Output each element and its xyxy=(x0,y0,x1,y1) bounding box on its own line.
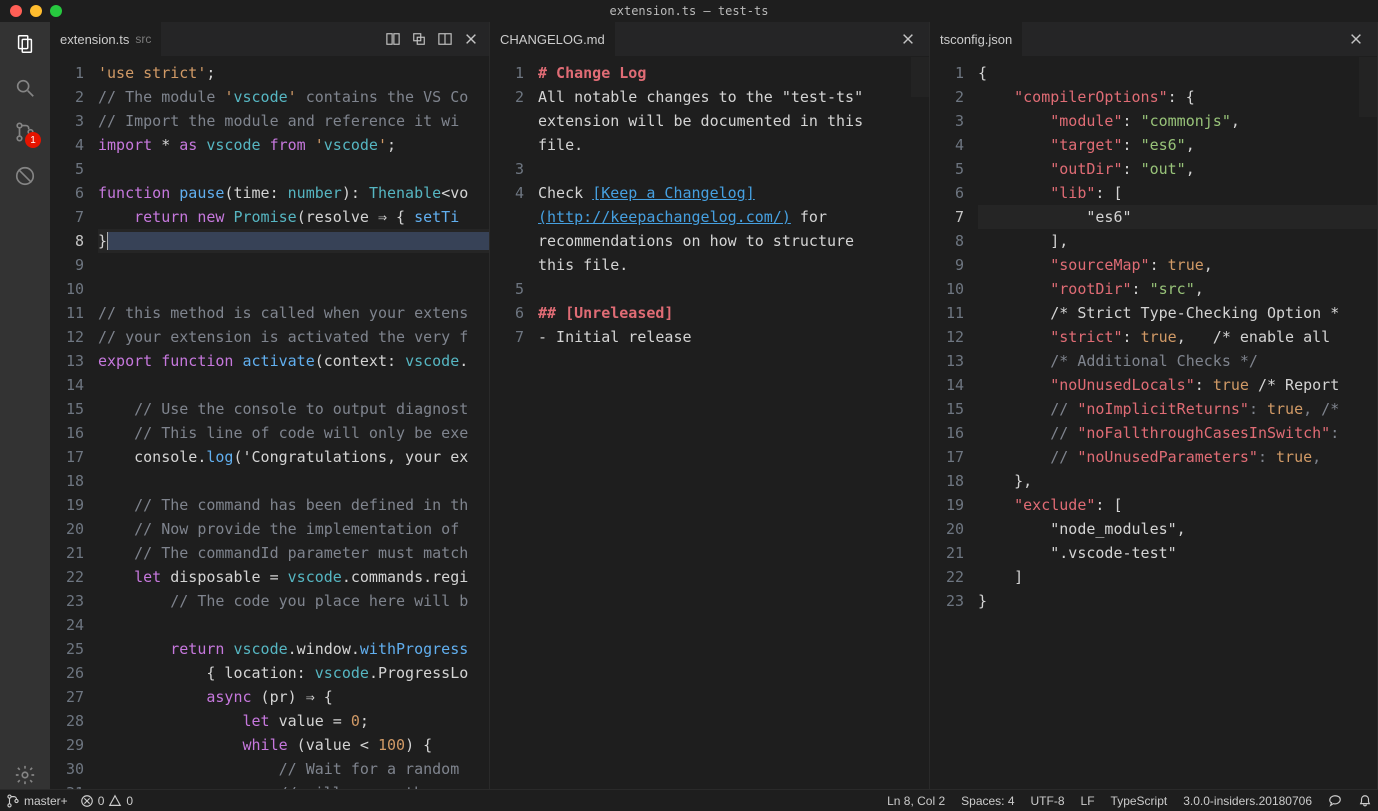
eol: LF xyxy=(1081,794,1095,808)
editor-pane-3: tsconfig.json 12345678910111213141516171… xyxy=(930,22,1378,789)
status-spaces[interactable]: Spaces: 4 xyxy=(961,794,1014,808)
activity-bar: 1 xyxy=(0,22,50,789)
version: 3.0.0-insiders.20180706 xyxy=(1183,794,1312,808)
tab-tsconfig-json[interactable]: tsconfig.json xyxy=(930,22,1023,56)
status-version[interactable]: 3.0.0-insiders.20180706 xyxy=(1183,794,1312,808)
workbench: 1 extension.ts src xyxy=(0,22,1378,789)
status-branch[interactable]: master+ xyxy=(6,794,68,808)
lang: TypeScript xyxy=(1111,794,1168,808)
tab-label: extension.ts xyxy=(60,32,129,47)
window-title: extension.ts — test-ts xyxy=(0,4,1378,18)
status-bell-icon[interactable] xyxy=(1358,794,1372,808)
titlebar: extension.ts — test-ts xyxy=(0,0,1378,22)
source-control-icon[interactable]: 1 xyxy=(11,118,39,146)
editor-group: extension.ts src 12345678910111213141516… xyxy=(50,22,1378,789)
cursor-pos: Ln 8, Col 2 xyxy=(887,794,945,808)
editor-pane-2: CHANGELOG.md 1234567 # Change LogAll not… xyxy=(490,22,930,789)
status-encoding[interactable]: UTF-8 xyxy=(1031,794,1065,808)
close-tab-icon[interactable] xyxy=(1345,32,1367,46)
code-area-3[interactable]: { "compilerOptions": { "module": "common… xyxy=(978,57,1377,789)
editor-2[interactable]: 1234567 # Change LogAll notable changes … xyxy=(490,57,929,789)
status-cursor[interactable]: Ln 8, Col 2 xyxy=(887,794,945,808)
tabbar-2: CHANGELOG.md xyxy=(490,22,929,57)
tab-label: tsconfig.json xyxy=(940,32,1012,47)
tab-extension-ts[interactable]: extension.ts src xyxy=(50,22,162,56)
line-gutter-1: 1234567891011121314151617181920212223242… xyxy=(50,57,98,789)
line-gutter-2: 1234567 xyxy=(490,57,538,789)
minimap-2[interactable] xyxy=(911,57,929,97)
code-area-2[interactable]: # Change LogAll notable changes to the "… xyxy=(538,57,929,789)
tabbar-3: tsconfig.json xyxy=(930,22,1377,57)
status-feedback-icon[interactable] xyxy=(1328,794,1342,808)
status-problems[interactable]: 0 0 xyxy=(80,794,133,808)
code-area-1[interactable]: 'use strict';// The module 'vscode' cont… xyxy=(98,57,489,789)
minimap-3[interactable] xyxy=(1359,57,1377,117)
status-bar: master+ 0 0 Ln 8, Col 2 Spaces: 4 UTF-8 … xyxy=(0,789,1378,811)
status-language[interactable]: TypeScript xyxy=(1111,794,1168,808)
status-eol[interactable]: LF xyxy=(1081,794,1095,808)
close-tab-icon[interactable] xyxy=(463,31,479,47)
open-changes-icon[interactable] xyxy=(411,31,427,47)
split-editor-icon[interactable] xyxy=(437,31,453,47)
editor-1[interactable]: 1234567891011121314151617181920212223242… xyxy=(50,57,489,789)
search-icon[interactable] xyxy=(11,74,39,102)
tab-actions-1 xyxy=(375,22,489,56)
compare-icon[interactable] xyxy=(385,31,401,47)
branch-name: master+ xyxy=(24,794,68,808)
tab-label: CHANGELOG.md xyxy=(500,32,605,47)
debug-icon[interactable] xyxy=(11,162,39,190)
scm-badge: 1 xyxy=(25,132,41,148)
explorer-icon[interactable] xyxy=(11,30,39,58)
line-gutter-3: 1234567891011121314151617181920212223 xyxy=(930,57,978,789)
settings-icon[interactable] xyxy=(11,761,39,789)
indent: Spaces: 4 xyxy=(961,794,1014,808)
tab-changelog-md[interactable]: CHANGELOG.md xyxy=(490,22,616,56)
warning-count: 0 xyxy=(126,794,133,808)
editor-pane-1: extension.ts src 12345678910111213141516… xyxy=(50,22,490,789)
error-count: 0 xyxy=(98,794,105,808)
tab-dirname: src xyxy=(135,32,151,46)
close-tab-icon[interactable] xyxy=(897,32,919,46)
tabbar-1: extension.ts src xyxy=(50,22,489,57)
editor-3[interactable]: 1234567891011121314151617181920212223 { … xyxy=(930,57,1377,789)
encoding: UTF-8 xyxy=(1031,794,1065,808)
